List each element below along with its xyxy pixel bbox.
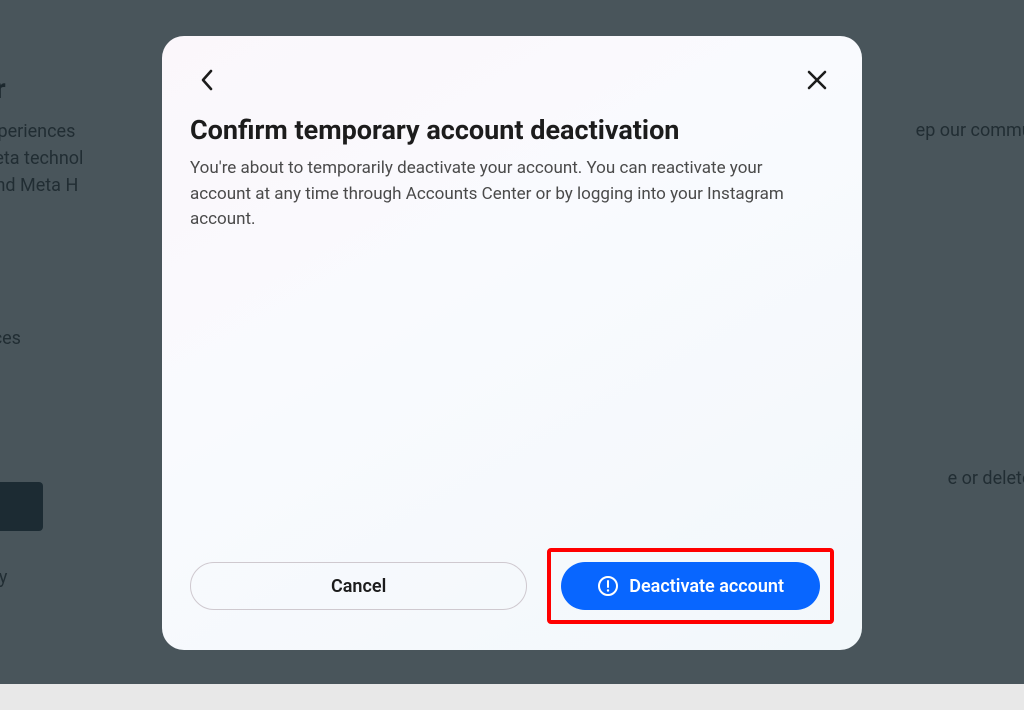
modal-actions: Cancel Deactivate account: [190, 548, 834, 624]
deactivate-highlight-box: Deactivate account: [547, 548, 834, 624]
modal-spacer: [190, 233, 834, 548]
deactivate-button-label: Deactivate account: [629, 576, 784, 597]
deactivate-account-button[interactable]: Deactivate account: [561, 562, 820, 610]
modal-header: [190, 62, 834, 98]
back-button[interactable]: [190, 63, 224, 97]
cancel-button[interactable]: Cancel: [190, 562, 527, 610]
modal-description: You're about to temporarily deactivate y…: [190, 156, 790, 233]
close-button[interactable]: [800, 63, 834, 97]
alert-circle-icon: [597, 575, 619, 597]
confirm-deactivation-modal: Confirm temporary account deactivation Y…: [162, 36, 862, 650]
chevron-left-icon: [200, 69, 214, 91]
close-icon: [807, 70, 827, 90]
modal-title: Confirm temporary account deactivation: [190, 114, 834, 146]
